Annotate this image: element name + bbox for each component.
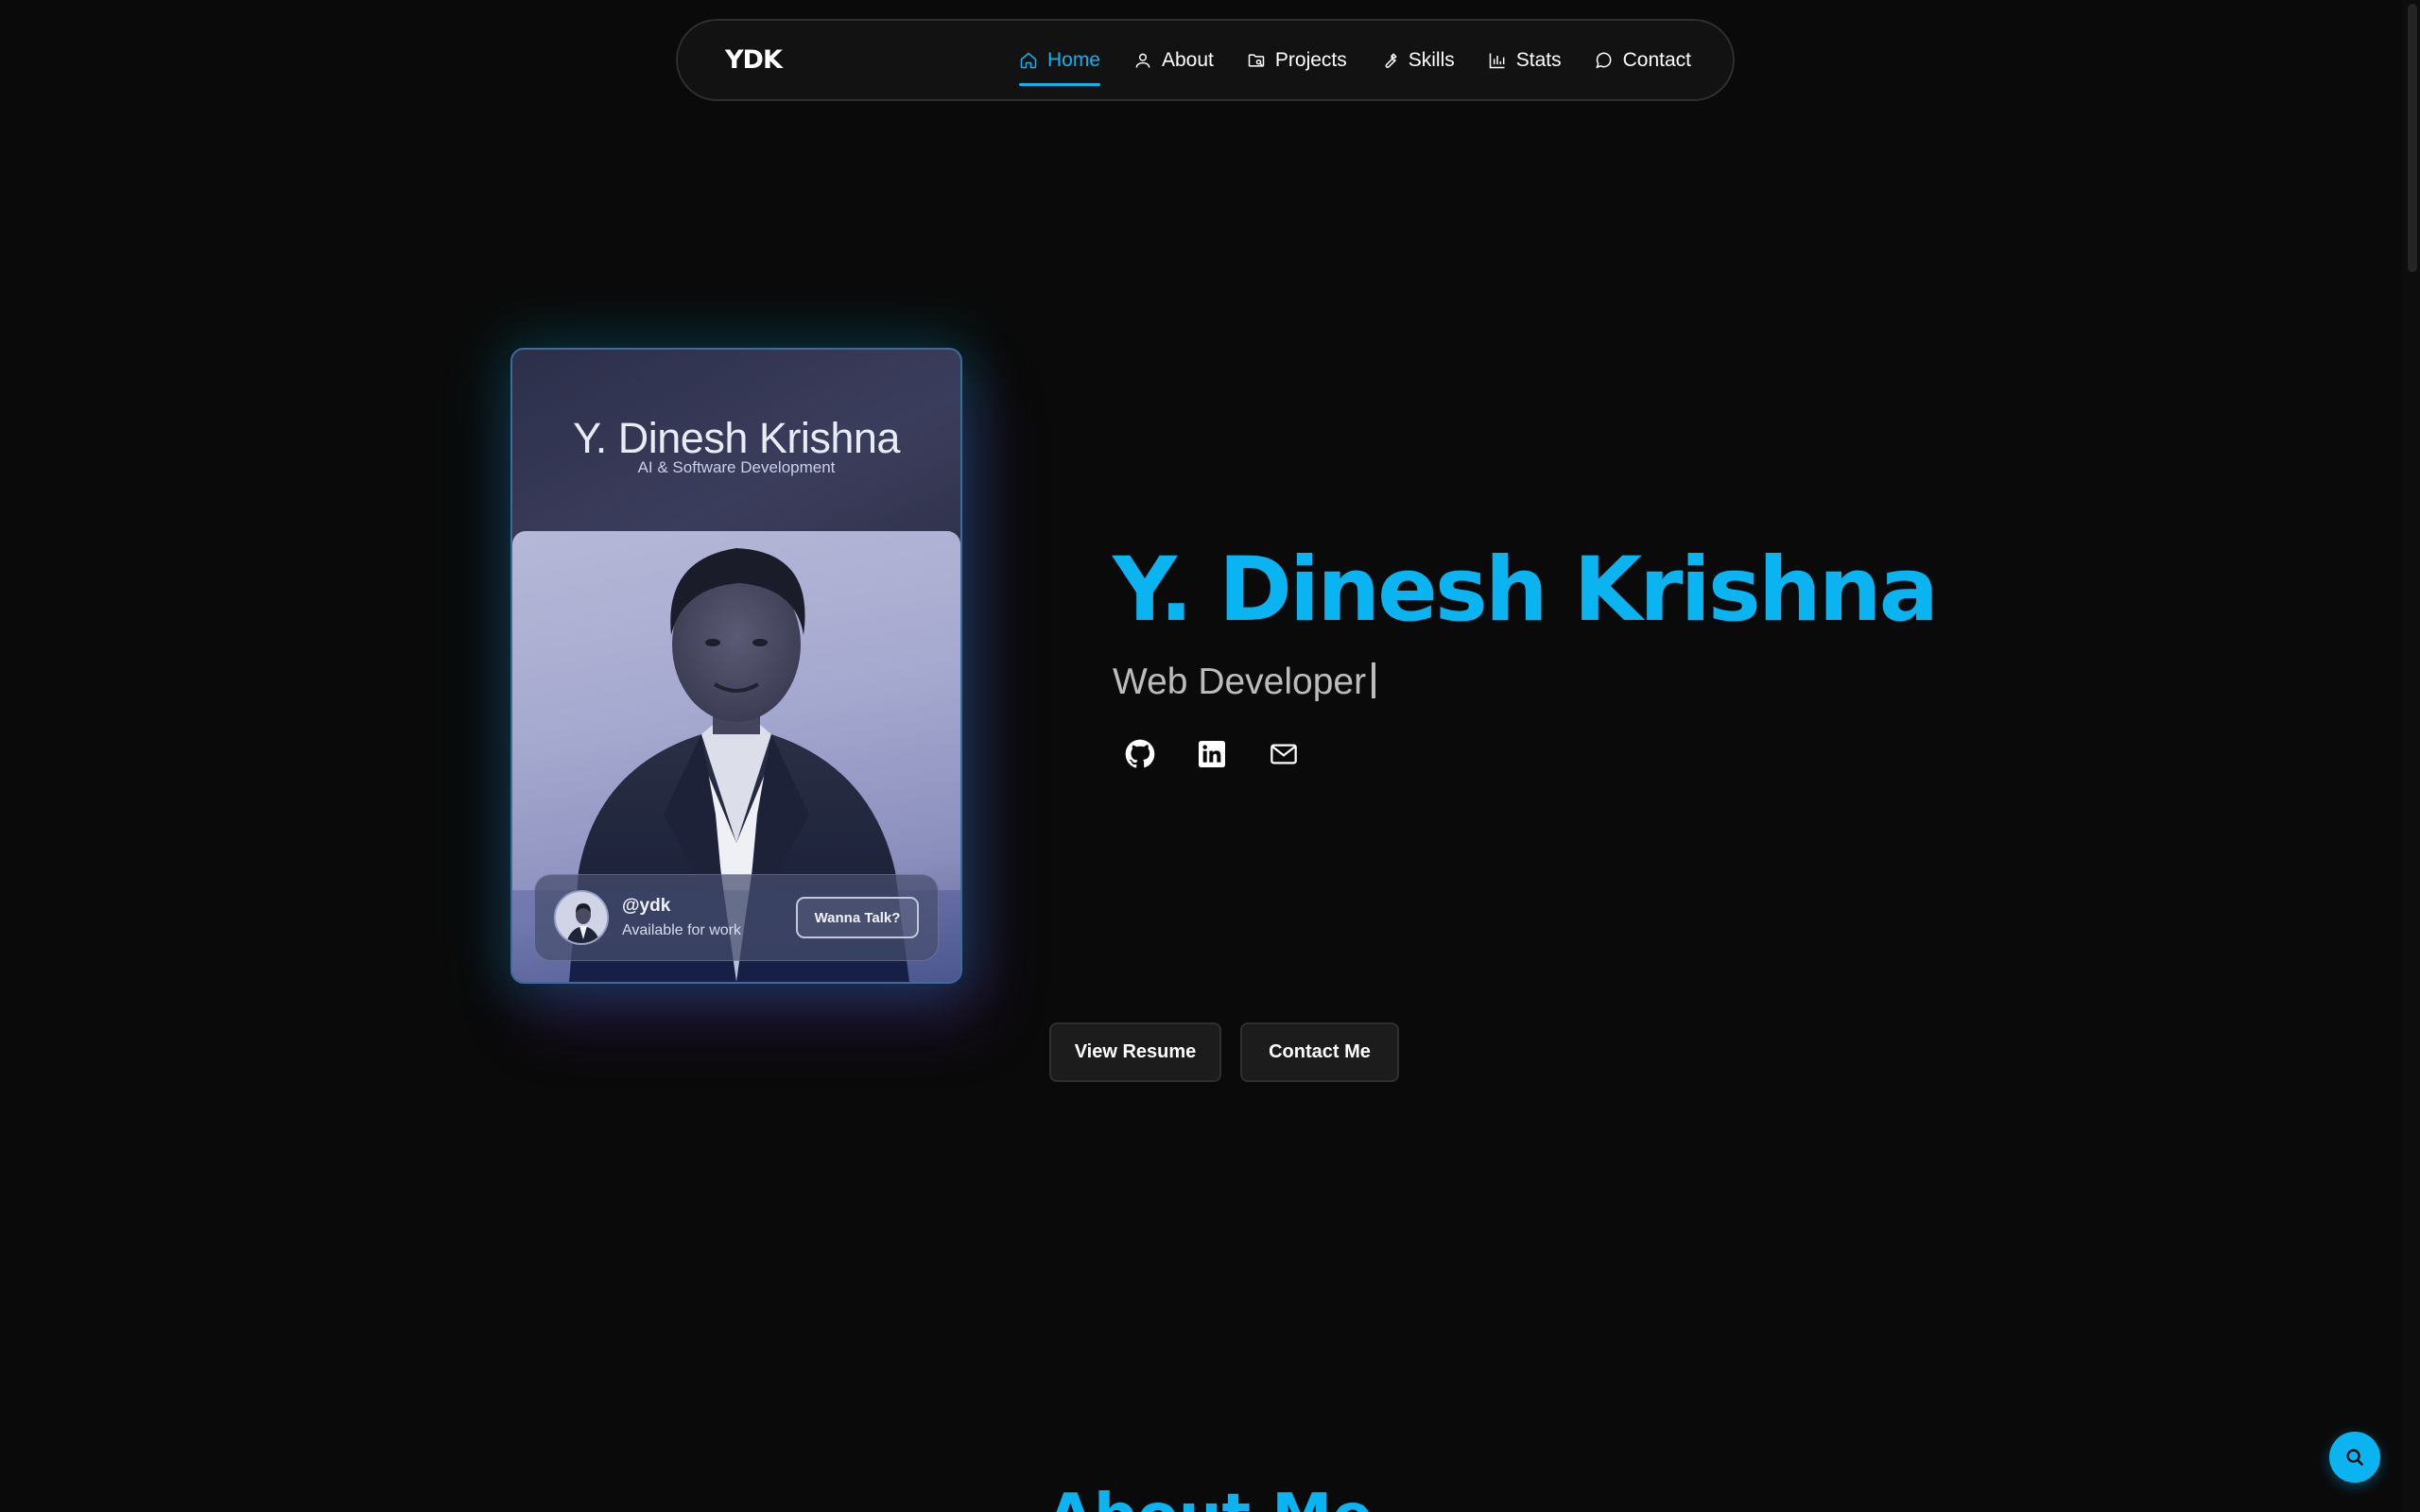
scrollbar-thumb[interactable]	[2408, 4, 2417, 272]
github-link[interactable]	[1125, 739, 1155, 769]
nav-item-label: Projects	[1274, 48, 1347, 71]
mail-icon	[1270, 744, 1297, 765]
nav-links: Home About Projects Skills Stats Contact	[1018, 21, 1691, 99]
typed-role: Web Developer	[1113, 662, 1367, 702]
hero-subtitle: Web Developer	[1113, 662, 1376, 703]
typing-caret	[1372, 662, 1376, 698]
email-link[interactable]	[1269, 739, 1299, 769]
nav-item-contact[interactable]: Contact	[1595, 21, 1691, 99]
nav-item-label: Home	[1046, 48, 1100, 71]
nav-item-skills[interactable]: Skills	[1380, 21, 1455, 99]
nav-item-label: Contact	[1622, 48, 1691, 71]
portfolio-page: YDK Home About Projects Skills Stats Con…	[0, 0, 2420, 1512]
search-icon	[2346, 1449, 2364, 1467]
user-status: Available for work	[622, 922, 741, 938]
card-name: Y. Dinesh Krishna	[573, 414, 900, 462]
nav-item-about[interactable]: About	[1133, 21, 1214, 99]
avatar	[554, 890, 609, 945]
card-user-bar: @ydk Available for work Wanna Talk?	[534, 874, 939, 961]
about-section-heading: About Me	[1047, 1482, 1374, 1512]
message-circle-icon	[1595, 52, 1612, 68]
user-handle: @ydk	[622, 896, 671, 916]
folder-icon	[1248, 53, 1265, 67]
nav-item-label: About	[1162, 48, 1214, 71]
search-button[interactable]	[2329, 1432, 2380, 1483]
site-logo[interactable]: YDK	[725, 45, 783, 75]
user-icon	[1135, 53, 1150, 68]
bar-chart-icon	[1489, 53, 1505, 68]
nav-item-label: Skills	[1408, 48, 1455, 71]
scrollbar[interactable]	[2403, 0, 2420, 1512]
view-resume-button[interactable]: View Resume	[1049, 1022, 1221, 1082]
profile-card[interactable]: Y. Dinesh Krishna AI & Software Developm…	[510, 348, 962, 984]
wrench-icon	[1385, 52, 1397, 68]
linkedin-link[interactable]	[1197, 739, 1227, 769]
home-icon	[1020, 52, 1037, 68]
linkedin-icon	[1199, 741, 1225, 767]
nav-item-stats[interactable]: Stats	[1488, 21, 1562, 99]
top-navbar: YDK Home About Projects Skills Stats Con…	[676, 19, 1735, 101]
wanna-talk-button[interactable]: Wanna Talk?	[796, 897, 919, 938]
github-icon	[1125, 739, 1155, 768]
social-links	[1125, 739, 1299, 769]
nav-item-label: Stats	[1515, 48, 1562, 71]
contact-me-button[interactable]: Contact Me	[1240, 1022, 1399, 1082]
hero-title: Y. Dinesh Krishna	[1113, 539, 1939, 642]
nav-item-home[interactable]: Home	[1018, 21, 1101, 99]
card-header: Y. Dinesh Krishna AI & Software Developm…	[512, 350, 960, 531]
card-role: AI & Software Development	[637, 458, 836, 476]
nav-item-projects[interactable]: Projects	[1247, 21, 1347, 99]
user-text: @ydk Available for work	[622, 896, 741, 939]
